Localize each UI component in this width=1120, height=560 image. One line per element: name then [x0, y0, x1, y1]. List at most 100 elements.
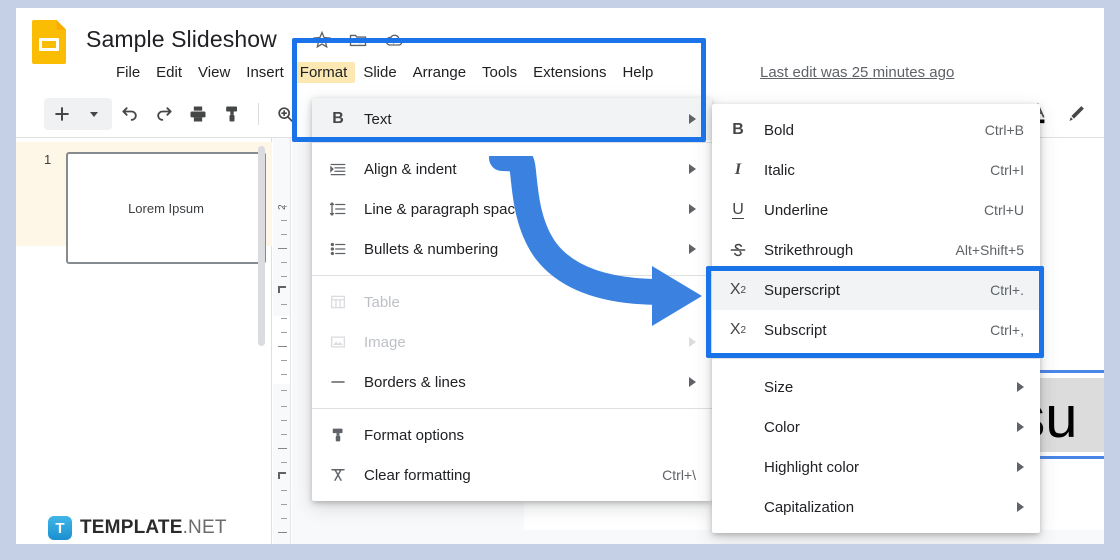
- move-to-folder-icon[interactable]: [348, 30, 368, 50]
- slide-thumbnail-text: Lorem Ipsum: [128, 200, 204, 216]
- ruler-bracket-top: [278, 286, 286, 293]
- menu-item-shortcut: Ctrl+U: [983, 202, 1024, 218]
- submenu-item-bold[interactable]: B Bold Ctrl+B: [712, 110, 1040, 150]
- menu-item-shortcut: Ctrl+I: [990, 162, 1024, 178]
- menu-item-slide[interactable]: Slide: [355, 62, 404, 83]
- toolbar-divider: [258, 103, 259, 125]
- menu-item-label: Capitalization: [764, 498, 855, 516]
- menu-item-view[interactable]: View: [190, 62, 238, 83]
- underline-icon: U: [732, 200, 744, 220]
- paint-format-button[interactable]: [216, 98, 248, 130]
- slide-filmstrip[interactable]: 1 Lorem Ipsum: [16, 138, 272, 544]
- cloud-saved-icon[interactable]: [384, 30, 404, 50]
- menu-separator: [712, 358, 1040, 359]
- filmstrip-scrollbar[interactable]: [258, 146, 265, 346]
- menu-item-label: Format options: [364, 426, 465, 444]
- menu-item-label: Image: [364, 333, 406, 351]
- align-indent-icon: [312, 160, 364, 178]
- bulleted-list-icon: [312, 240, 364, 258]
- menu-item-shortcut: Ctrl+,: [990, 322, 1024, 338]
- menu-item-label: Strikethrough: [764, 241, 854, 259]
- ruler-ticks: 2: [276, 138, 290, 544]
- submenu-item-highlight-color[interactable]: Highlight color: [712, 447, 1040, 487]
- menu-item-shortcut: Ctrl+B: [984, 122, 1024, 138]
- submenu-item-strikethrough[interactable]: Strikethrough Alt+Shift+5: [712, 230, 1040, 270]
- menu-separator: [312, 408, 712, 409]
- submenu-item-underline[interactable]: U Underline Ctrl+U: [712, 190, 1040, 230]
- submenu-arrow-icon: [1017, 422, 1024, 432]
- watermark-name-bold: TEMPLATE: [80, 517, 183, 538]
- menu-item-clear-formatting[interactable]: Clear formatting Ctrl+\: [312, 455, 712, 495]
- submenu-item-superscript[interactable]: X2 Superscript Ctrl+.: [712, 270, 1040, 310]
- toolbar-left-group: [44, 98, 335, 130]
- submenu-item-capitalization[interactable]: Capitalization: [712, 487, 1040, 527]
- menu-item-insert[interactable]: Insert: [238, 62, 292, 83]
- menu-item-extensions[interactable]: Extensions: [525, 62, 614, 83]
- menu-separator: [312, 142, 712, 143]
- menu-bar: File Edit View Insert Format Slide Arran…: [108, 62, 661, 83]
- template-net-watermark: T TEMPLATE.NET: [48, 516, 227, 540]
- menu-item-label: Text: [364, 110, 392, 128]
- image-icon: [312, 333, 364, 351]
- menu-item-shortcut: Alt+Shift+5: [955, 242, 1025, 258]
- undo-button[interactable]: [114, 98, 146, 130]
- menu-item-help[interactable]: Help: [614, 62, 661, 83]
- caret-down-icon: [90, 111, 98, 117]
- zoom-button[interactable]: [269, 98, 301, 130]
- submenu-item-subscript[interactable]: X2 Subscript Ctrl+,: [712, 310, 1040, 350]
- star-icon[interactable]: [312, 30, 332, 50]
- menu-item-shortcut: Ctrl+\: [662, 467, 696, 483]
- bold-b-icon: B: [332, 110, 344, 127]
- menu-item-format-options[interactable]: Format options: [312, 415, 712, 455]
- submenu-arrow-icon: [689, 377, 696, 387]
- ruler-bracket-bottom: [278, 472, 286, 479]
- highlight-color-button[interactable]: [1060, 98, 1092, 130]
- menu-item-label: Highlight color: [764, 458, 860, 476]
- table-icon: [312, 293, 364, 311]
- border-line-icon: [312, 373, 364, 391]
- google-slides-window: Sample Slideshow File Edit View Insert F…: [16, 8, 1104, 544]
- google-slides-logo-icon: [32, 20, 66, 64]
- redo-button[interactable]: [148, 98, 180, 130]
- filmstrip-slide-1[interactable]: 1 Lorem Ipsum: [16, 142, 272, 264]
- menu-item-arrange[interactable]: Arrange: [405, 62, 474, 83]
- submenu-item-italic[interactable]: I Italic Ctrl+I: [712, 150, 1040, 190]
- new-slide-group: [44, 98, 112, 130]
- template-net-badge-icon: T: [48, 516, 72, 540]
- submenu-item-size[interactable]: Size: [712, 367, 1040, 407]
- slide-number: 1: [44, 152, 52, 167]
- menu-item-format[interactable]: Format: [291, 62, 356, 83]
- menu-item-label: Color: [764, 418, 800, 436]
- slide-thumbnail[interactable]: Lorem Ipsum: [66, 152, 266, 264]
- curved-arrow: [489, 156, 702, 326]
- menu-item-label: Superscript: [764, 281, 840, 299]
- menu-item-label: Underline: [764, 201, 829, 219]
- new-slide-button[interactable]: [46, 98, 78, 130]
- menu-item-tools[interactable]: Tools: [474, 62, 525, 83]
- menu-item-borders-lines[interactable]: Borders & lines: [312, 362, 712, 402]
- submenu-arrow-icon: [1017, 502, 1024, 512]
- menu-item-label: Size: [764, 378, 794, 396]
- menu-item-label: Bold: [764, 121, 795, 139]
- superscript-icon: X2: [729, 281, 747, 298]
- new-slide-dropdown[interactable]: [78, 98, 110, 130]
- print-button[interactable]: [182, 98, 214, 130]
- menu-item-file[interactable]: File: [108, 62, 148, 83]
- submenu-arrow-icon: [1017, 462, 1024, 472]
- submenu-item-color[interactable]: Color: [712, 407, 1040, 447]
- submenu-arrow-icon: [1017, 382, 1024, 392]
- submenu-arrow-icon: [689, 337, 696, 347]
- menu-item-label: Subscript: [764, 321, 827, 339]
- bold-icon: B: [732, 121, 744, 138]
- menu-item-label: Italic: [764, 161, 795, 179]
- clear-format-icon: [312, 466, 364, 484]
- menu-item-edit[interactable]: Edit: [148, 62, 190, 83]
- menu-item-text[interactable]: B Text: [312, 98, 712, 140]
- document-title[interactable]: Sample Slideshow: [86, 26, 277, 53]
- watermark-name-light: .NET: [182, 517, 227, 538]
- text-submenu[interactable]: B Bold Ctrl+B I Italic Ctrl+I U Underlin…: [712, 104, 1040, 533]
- title-bar: Sample Slideshow File Edit View Insert F…: [16, 8, 1104, 90]
- vertical-ruler[interactable]: 2: [273, 138, 291, 544]
- last-edit-status[interactable]: Last edit was 25 minutes ago: [760, 64, 954, 81]
- submenu-arrow-icon: [689, 114, 696, 124]
